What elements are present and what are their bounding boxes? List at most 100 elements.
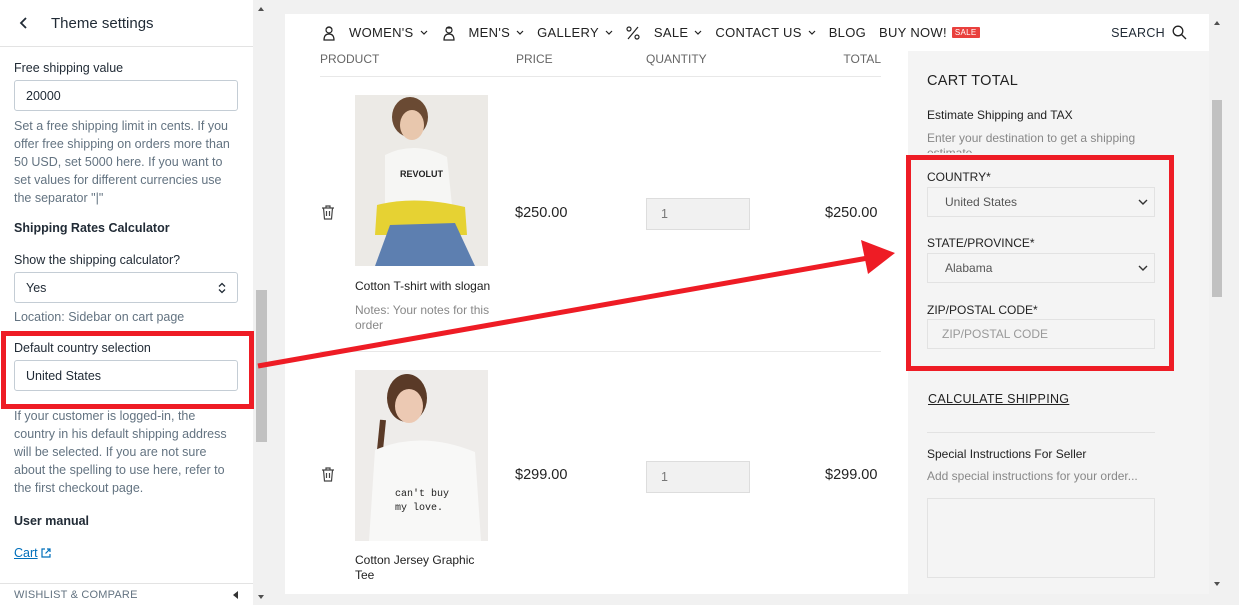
manual-section-title: User manual bbox=[14, 514, 90, 528]
col-quantity: QUANTITY bbox=[646, 52, 707, 66]
show-calculator-value: Yes bbox=[26, 280, 47, 295]
country-label: COUNTRY* bbox=[927, 170, 991, 184]
free-shipping-label: Free shipping value bbox=[14, 61, 124, 75]
row-divider bbox=[320, 351, 881, 352]
wishlist-compare-label: WISHLIST & COMPARE bbox=[14, 588, 138, 601]
nav-buy-now-label: BUY NOW! bbox=[879, 25, 947, 40]
nav-item-blog[interactable]: BLOG bbox=[829, 25, 866, 40]
default-country-value: United States bbox=[26, 368, 102, 383]
man-icon bbox=[442, 25, 455, 41]
product-name[interactable]: Cotton Jersey Graphic Tee bbox=[355, 553, 485, 583]
free-shipping-value: 20000 bbox=[26, 88, 61, 103]
country-select[interactable]: United States bbox=[927, 187, 1155, 217]
panel-scroll-thumb[interactable] bbox=[256, 290, 267, 442]
scroll-up-icon[interactable] bbox=[256, 4, 266, 14]
quantity-input[interactable]: 1 bbox=[646, 198, 750, 230]
quantity-value: 1 bbox=[661, 470, 668, 484]
default-country-input[interactable]: United States bbox=[14, 360, 238, 391]
nav-item-buy-now[interactable]: BUY NOW! SALE bbox=[879, 25, 980, 40]
search-icon bbox=[1172, 25, 1187, 40]
percent-icon bbox=[626, 25, 640, 40]
quantity-input[interactable]: 1 bbox=[646, 461, 750, 493]
show-calculator-label: Show the shipping calculator? bbox=[14, 253, 181, 267]
nav-item-mens[interactable]: MEN'S bbox=[441, 25, 525, 41]
trash-icon bbox=[322, 467, 334, 482]
state-value: Alabama bbox=[945, 261, 993, 275]
panel-header: Theme settings bbox=[0, 0, 253, 47]
search-label: SEARCH bbox=[1111, 25, 1165, 40]
nav-item-contact[interactable]: CONTACT US bbox=[715, 25, 816, 40]
free-shipping-help: Set a free shipping limit in cents. If y… bbox=[14, 119, 230, 205]
svg-text:can't buy: can't buy bbox=[395, 488, 449, 500]
show-calculator-select[interactable]: Yes bbox=[14, 272, 238, 303]
svg-text:REVOLUT: REVOLUT bbox=[400, 169, 444, 179]
nav-item-womens[interactable]: WOMEN'S bbox=[321, 25, 428, 41]
external-link-icon bbox=[41, 548, 51, 558]
instructions-title: Special Instructions For Seller bbox=[927, 447, 1087, 461]
quantity-value: 1 bbox=[661, 207, 668, 221]
col-product: PRODUCT bbox=[320, 52, 380, 66]
country-value: United States bbox=[945, 195, 1018, 209]
nav-contact-label: CONTACT US bbox=[715, 25, 802, 40]
preview-scroll-thumb[interactable] bbox=[1212, 100, 1222, 297]
calculate-shipping-button[interactable]: CALCULATE SHIPPING bbox=[928, 392, 1069, 406]
nav-gallery-label: GALLERY bbox=[537, 25, 599, 40]
special-instructions-textarea[interactable] bbox=[927, 498, 1155, 578]
theme-settings-panel: Theme settings Free shipping value 20000… bbox=[0, 0, 253, 605]
product-image[interactable]: can't buy my love. bbox=[355, 370, 488, 541]
item-total: $299.00 bbox=[825, 467, 878, 483]
product-name[interactable]: Cotton T-shirt with slogan bbox=[355, 279, 495, 294]
back-button[interactable] bbox=[16, 15, 32, 31]
product-image[interactable]: REVOLUT bbox=[355, 95, 488, 266]
item-total: $250.00 bbox=[825, 205, 878, 221]
cart-manual-link[interactable]: Cart bbox=[14, 546, 38, 560]
product-photo-tshirt: REVOLUT bbox=[355, 95, 488, 266]
sidebar-divider bbox=[927, 432, 1155, 433]
chevron-down-icon bbox=[1138, 199, 1148, 205]
chevron-left-icon bbox=[19, 17, 27, 29]
scroll-down-icon[interactable] bbox=[1212, 579, 1222, 589]
remove-item-button[interactable] bbox=[321, 467, 335, 482]
chevron-down-icon bbox=[808, 30, 816, 35]
svg-text:my love.: my love. bbox=[395, 502, 443, 514]
main-navigation: WOMEN'S MEN'S GALLERY SALE CONTACT US BL… bbox=[285, 14, 1209, 51]
nav-item-sale[interactable]: SALE bbox=[626, 25, 702, 41]
trash-icon bbox=[322, 205, 334, 220]
chevron-down-icon bbox=[1138, 265, 1148, 271]
panel-scrollbar[interactable] bbox=[253, 0, 270, 605]
nav-mens-label: MEN'S bbox=[468, 25, 511, 40]
caret-left-icon bbox=[233, 590, 238, 599]
state-select[interactable]: Alabama bbox=[927, 253, 1155, 283]
search-button[interactable]: SEARCH bbox=[1111, 14, 1187, 51]
default-country-help: If your customer is logged-in, the count… bbox=[14, 409, 227, 495]
nav-womens-label: WOMEN'S bbox=[349, 25, 414, 40]
chevron-down-icon bbox=[420, 30, 427, 35]
sale-badge: SALE bbox=[951, 27, 980, 38]
chevron-down-icon bbox=[516, 30, 524, 35]
zip-placeholder: ZIP/POSTAL CODE bbox=[942, 327, 1049, 341]
zip-input[interactable]: ZIP/POSTAL CODE bbox=[927, 319, 1155, 349]
zip-label: ZIP/POSTAL CODE* bbox=[927, 303, 1038, 317]
scroll-up-icon[interactable] bbox=[1212, 18, 1222, 28]
chevron-down-icon bbox=[694, 30, 702, 35]
item-price: $250.00 bbox=[515, 205, 568, 221]
cart-total-title: CART TOTAL bbox=[927, 73, 1019, 89]
product-photo-graphic-tee: can't buy my love. bbox=[355, 370, 488, 541]
state-label: STATE/PROVINCE* bbox=[927, 236, 1035, 250]
default-country-label: Default country selection bbox=[14, 341, 151, 355]
free-shipping-input[interactable]: 20000 bbox=[14, 80, 238, 111]
col-total: TOTAL bbox=[843, 52, 881, 66]
remove-item-button[interactable] bbox=[321, 205, 335, 220]
product-notes: Notes: Your notes for this order bbox=[355, 303, 490, 332]
item-price: $299.00 bbox=[515, 467, 568, 483]
nav-item-gallery[interactable]: GALLERY bbox=[537, 25, 613, 40]
chevron-down-icon bbox=[605, 30, 613, 35]
estimate-help: Enter your destination to get a shipping… bbox=[927, 131, 1136, 153]
instructions-placeholder: Add special instructions for your order.… bbox=[927, 469, 1138, 483]
preview-scrollbar[interactable] bbox=[1209, 14, 1225, 594]
select-arrows-icon bbox=[218, 282, 226, 293]
wishlist-compare-section[interactable]: WISHLIST & COMPARE bbox=[0, 583, 253, 605]
scroll-down-icon[interactable] bbox=[256, 592, 266, 602]
cart-table-header: PRODUCT PRICE QUANTITY TOTAL bbox=[320, 52, 881, 77]
col-price: PRICE bbox=[516, 52, 553, 66]
